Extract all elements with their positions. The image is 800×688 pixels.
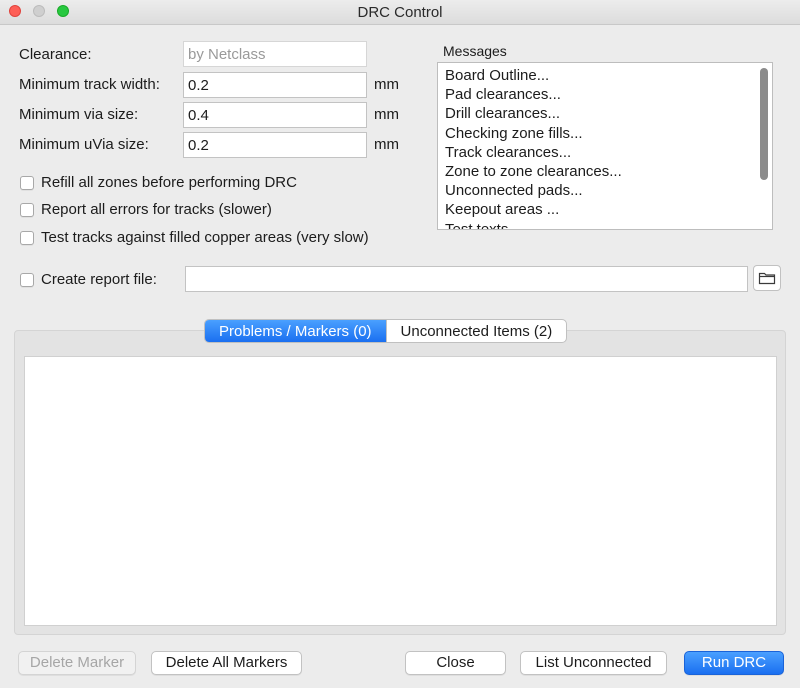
message-line: Unconnected pads... [445,182,583,200]
run-drc-button[interactable]: Run DRC [684,651,784,675]
min-via-size-field[interactable] [183,102,367,128]
message-line: Board Outline... [445,67,550,84]
min-uvia-size-unit: mm [374,136,399,153]
tab-problems-markers[interactable]: Problems / Markers (0) [205,320,386,342]
min-uvia-size-field[interactable] [183,132,367,158]
clearance-field [183,41,367,67]
min-track-width-label: Minimum track width: [19,76,160,93]
message-line: Test texts... [445,220,521,230]
report-all-errors-label: Report all errors for tracks (slower) [41,201,272,218]
message-line: Drill clearances... [445,105,561,123]
results-tabs: Problems / Markers (0) Unconnected Items… [204,319,568,343]
min-track-width-field[interactable] [183,72,367,98]
browse-report-button[interactable] [753,265,781,291]
create-report-checkbox-box[interactable] [20,272,34,287]
close-button[interactable]: Close [405,651,506,675]
message-line: Track clearances... [445,143,572,161]
messages-title: Messages [443,43,507,59]
message-line: Zone to zone clearances... [445,162,622,180]
create-report-checkbox[interactable]: Create report file: [20,271,157,288]
folder-icon [758,272,776,285]
list-unconnected-button[interactable]: List Unconnected [520,651,667,675]
refill-zones-label: Refill all zones before performing DRC [41,174,297,191]
clearance-label: Clearance: [19,46,92,63]
min-via-size-label: Minimum via size: [19,106,139,123]
window-title: DRC Control [357,4,443,21]
test-filled-areas-checkbox[interactable]: Test tracks against filled copper areas … [20,229,369,246]
report-all-errors-checkbox[interactable]: Report all errors for tracks (slower) [20,201,272,218]
test-filled-areas-checkbox-box[interactable] [20,230,34,245]
min-track-width-unit: mm [374,76,399,93]
messages-scrollbar[interactable] [760,68,768,180]
test-filled-areas-label: Test tracks against filled copper areas … [41,229,369,246]
delete-marker-button[interactable]: Delete Marker [18,651,136,675]
delete-all-markers-button[interactable]: Delete All Markers [151,651,302,675]
message-line: Pad clearances... [445,86,561,104]
messages-list: Board Outline... Pad clearances... Drill… [445,66,622,230]
refill-zones-checkbox[interactable]: Refill all zones before performing DRC [20,174,297,191]
message-line: Checking zone fills... [445,124,583,142]
message-line: Keepout areas ... [445,201,560,219]
min-uvia-size-label: Minimum uVia size: [19,136,149,153]
tab-unconnected-items[interactable]: Unconnected Items (2) [385,320,567,342]
problems-list[interactable] [24,356,777,626]
refill-zones-checkbox-box[interactable] [20,175,34,190]
min-via-size-unit: mm [374,106,399,123]
title-bar: DRC Control [0,0,800,25]
report-all-errors-checkbox-box[interactable] [20,202,34,217]
create-report-label: Create report file: [41,271,157,288]
messages-box[interactable]: Board Outline... Pad clearances... Drill… [437,62,773,230]
report-file-path-field[interactable] [185,266,748,292]
